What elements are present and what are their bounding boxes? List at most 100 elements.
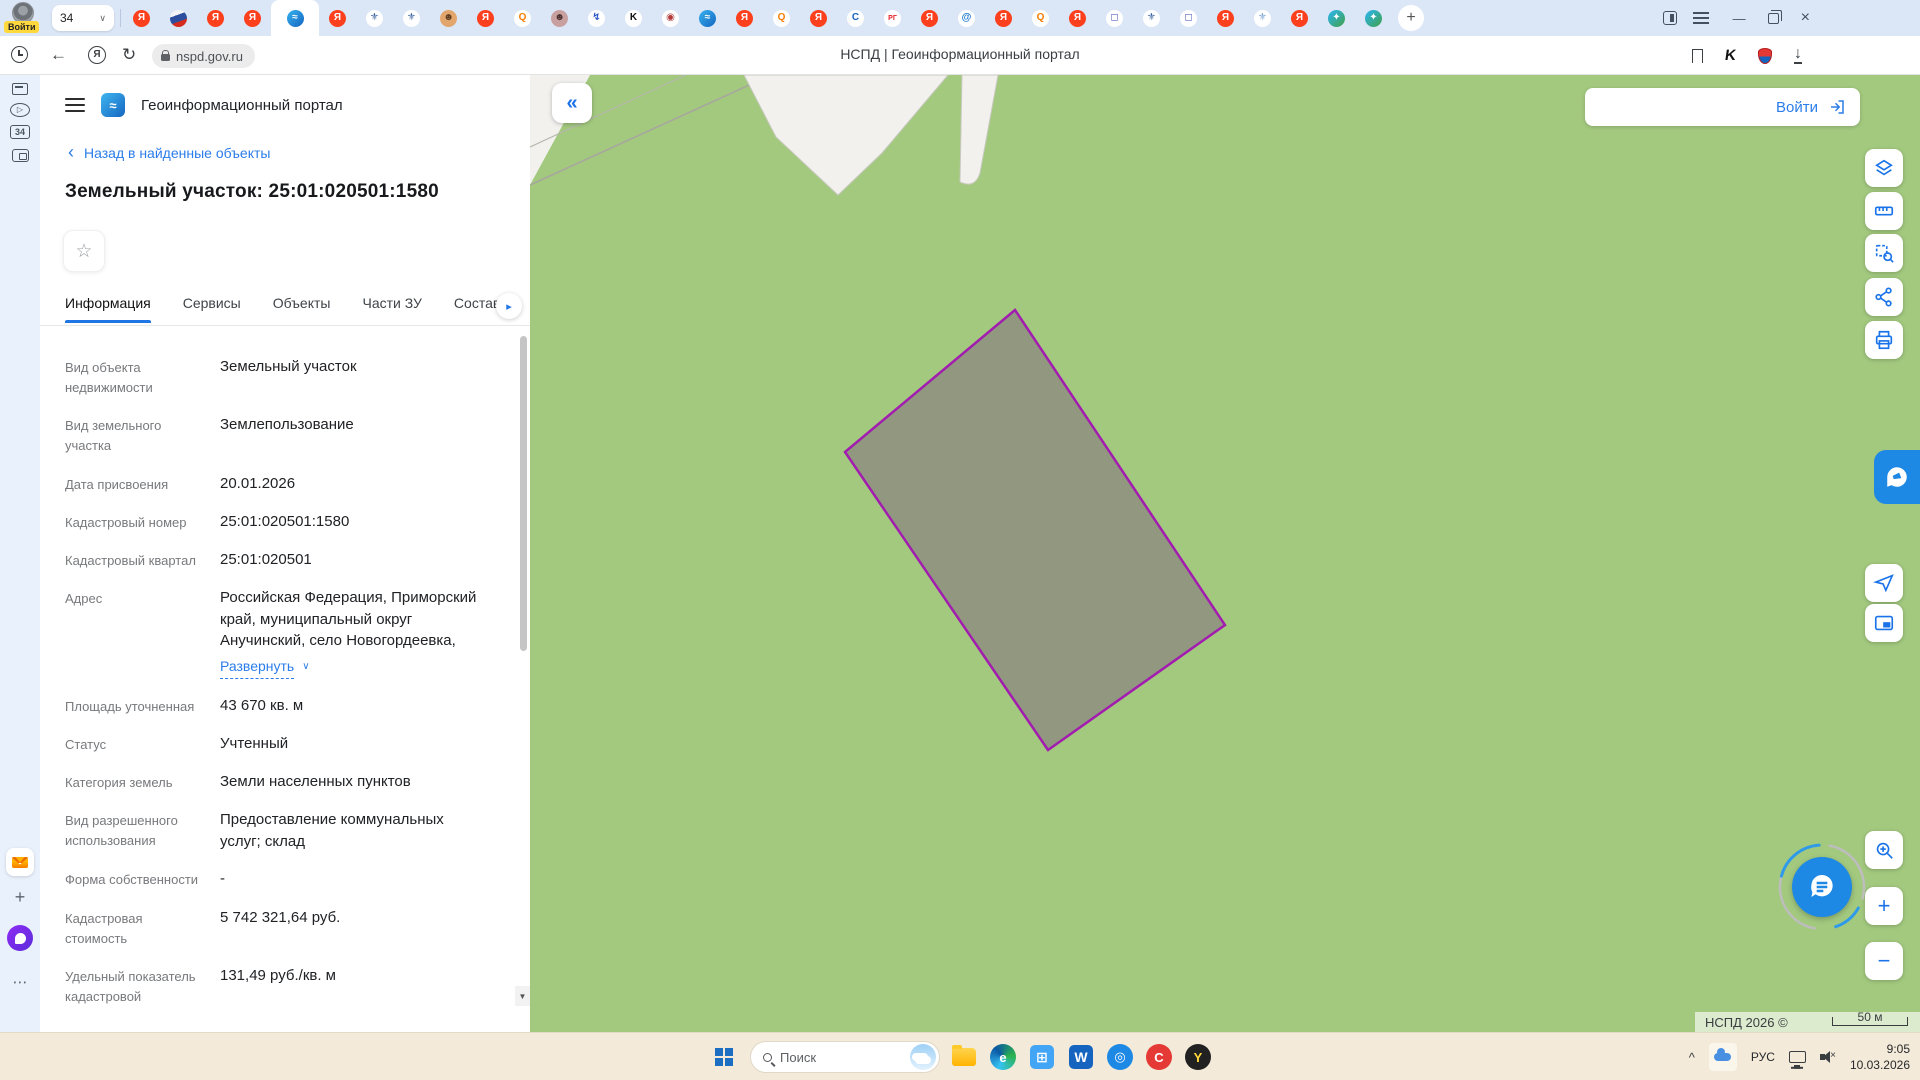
close-button[interactable]: × [1801, 9, 1810, 27]
browser-tab[interactable]: ◻ [1170, 0, 1207, 36]
taskbar-browser-red[interactable]: C [1144, 1042, 1174, 1072]
overview-map-button[interactable] [1865, 604, 1903, 642]
map-canvas[interactable]: « Войти [530, 75, 1920, 1032]
browser-tab[interactable]: Q [1022, 0, 1059, 36]
browser-tab[interactable]: @ [948, 0, 985, 36]
bookmarks-panel-icon[interactable] [1663, 11, 1677, 25]
browser-tab[interactable]: ⚜ [1133, 0, 1170, 36]
browser-tab[interactable]: Я [123, 0, 160, 36]
browser-tab[interactable]: Q [763, 0, 800, 36]
panel-tab[interactable]: Сервисы [183, 295, 241, 323]
browser-tab[interactable]: ◻ [1096, 0, 1133, 36]
browser-profile[interactable]: Войти [0, 0, 46, 36]
taskbar-word[interactable]: W [1066, 1042, 1096, 1072]
sidebar-add-icon[interactable]: + [0, 887, 40, 908]
share-button[interactable] [1865, 278, 1903, 316]
tab-counter-button[interactable]: 34 ∨ [52, 5, 114, 31]
browser-tab[interactable]: ☻ [430, 0, 467, 36]
browser-tab[interactable]: Я [467, 0, 504, 36]
browser-tab[interactable]: Я [800, 0, 837, 36]
browser-tab[interactable]: ≈ [271, 0, 319, 36]
yandex-y-icon: Y [1185, 1044, 1211, 1070]
browser-tab[interactable]: ⚜ [356, 0, 393, 36]
scroll-down-button[interactable]: ▼ [515, 986, 530, 1006]
kinopoisk-extension-icon[interactable]: K [1724, 47, 1737, 64]
zoom-to-area-button[interactable] [1865, 831, 1903, 869]
browser-tab[interactable]: ⚜ [1244, 0, 1281, 36]
start-button[interactable] [707, 1040, 741, 1074]
browser-tab[interactable]: ☻ [541, 0, 578, 36]
browser-tab[interactable]: Q [504, 0, 541, 36]
screenshot-icon[interactable] [0, 149, 40, 162]
browser-tab[interactable]: ◉ [652, 0, 689, 36]
feedback-tab-button[interactable] [1874, 450, 1920, 504]
shield-extension-icon[interactable] [1758, 48, 1772, 64]
taskbar-search[interactable]: Поиск [750, 1041, 940, 1073]
locate-button[interactable] [1865, 564, 1903, 602]
browser-tab[interactable]: Я [1059, 0, 1096, 36]
minimize-button[interactable]: — [1733, 11, 1746, 26]
tray-clock[interactable]: 9:05 10.03.2026 [1850, 1041, 1910, 1073]
tabs-count-icon[interactable]: 34 [0, 125, 40, 139]
layers-button[interactable] [1865, 149, 1903, 187]
zoom-out-button[interactable]: − [1865, 942, 1903, 980]
browser-tab[interactable]: Я [1281, 0, 1318, 36]
tabs-next-button[interactable]: ▸ [496, 293, 522, 319]
panel-scrollbar[interactable] [520, 336, 527, 651]
muted-speaker-icon[interactable] [1820, 1050, 1836, 1064]
select-area-button[interactable] [1865, 234, 1903, 272]
language-indicator[interactable]: РУС [1751, 1050, 1775, 1064]
video-icon[interactable]: ▷ [0, 103, 40, 117]
downloads-icon[interactable]: ↓ [1794, 47, 1802, 63]
sidebar-more-icon[interactable]: ⋯ [0, 973, 40, 991]
zoom-in-button[interactable]: + [1865, 887, 1903, 925]
browser-tab[interactable] [160, 0, 197, 36]
browser-tab[interactable]: ✦ [1318, 0, 1355, 36]
browser-tab[interactable]: РГ [874, 0, 911, 36]
taskbar-yandex-app[interactable]: Y [1183, 1042, 1213, 1072]
favorite-star-button[interactable]: ☆ [63, 230, 105, 272]
browser-tab[interactable]: Я [1207, 0, 1244, 36]
panel-tab[interactable]: Объекты [273, 295, 331, 323]
browser-tab[interactable]: Я [726, 0, 763, 36]
taskbar-edge[interactable]: e [988, 1042, 1018, 1072]
map-login-bar[interactable]: Войти [1585, 88, 1860, 126]
network-icon[interactable] [1789, 1051, 1806, 1063]
hamburger-menu-icon[interactable] [65, 98, 85, 112]
taskbar-messenger[interactable]: ◎ [1105, 1042, 1135, 1072]
browser-tab[interactable]: ⚜ [393, 0, 430, 36]
browser-tab[interactable]: Я [985, 0, 1022, 36]
parcel-polygon[interactable] [845, 310, 1225, 750]
panel-tab[interactable]: Информация [65, 295, 151, 323]
browser-tab[interactable]: Я [234, 0, 271, 36]
browser-tab[interactable]: Я [319, 0, 356, 36]
measure-button[interactable] [1865, 192, 1903, 230]
browser-tab[interactable]: ≈ [689, 0, 726, 36]
browser-tab[interactable]: ↯ [578, 0, 615, 36]
mail-icon[interactable] [0, 848, 40, 876]
browser-menu-icon[interactable] [1693, 12, 1709, 24]
taskbar-store[interactable]: ⊞ [1027, 1042, 1057, 1072]
panel-tab[interactable]: Части ЗУ [362, 295, 421, 323]
nspd-logo-icon[interactable]: ≈ [101, 93, 125, 117]
feed-icon[interactable] [0, 83, 40, 95]
attribute-row: Дата присвоения 20.01.2026 [65, 473, 486, 495]
panel-tab[interactable]: Состав [454, 295, 500, 323]
browser-tab[interactable]: K [615, 0, 652, 36]
tray-expand-icon[interactable]: ^ [1689, 1050, 1695, 1065]
browser-tab[interactable]: ✦ [1355, 0, 1392, 36]
alice-icon[interactable] [0, 925, 40, 951]
new-tab-button[interactable]: + [1398, 5, 1424, 31]
browser-tab[interactable]: C [837, 0, 874, 36]
taskbar-explorer[interactable] [949, 1042, 979, 1072]
collapse-panel-button[interactable]: « [552, 83, 592, 123]
cloud-sync-icon[interactable] [1709, 1043, 1737, 1071]
back-to-results-link[interactable]: ‹ Назад в найденные объекты [68, 145, 270, 161]
browser-tab[interactable]: Я [197, 0, 234, 36]
bookmark-icon[interactable] [1692, 49, 1703, 63]
restore-button[interactable] [1768, 13, 1779, 24]
browser-tab[interactable]: Я [911, 0, 948, 36]
print-button[interactable] [1865, 321, 1903, 359]
expand-address-link[interactable]: Развернуть ∨ [220, 656, 310, 678]
chat-support-button[interactable] [1792, 857, 1852, 917]
